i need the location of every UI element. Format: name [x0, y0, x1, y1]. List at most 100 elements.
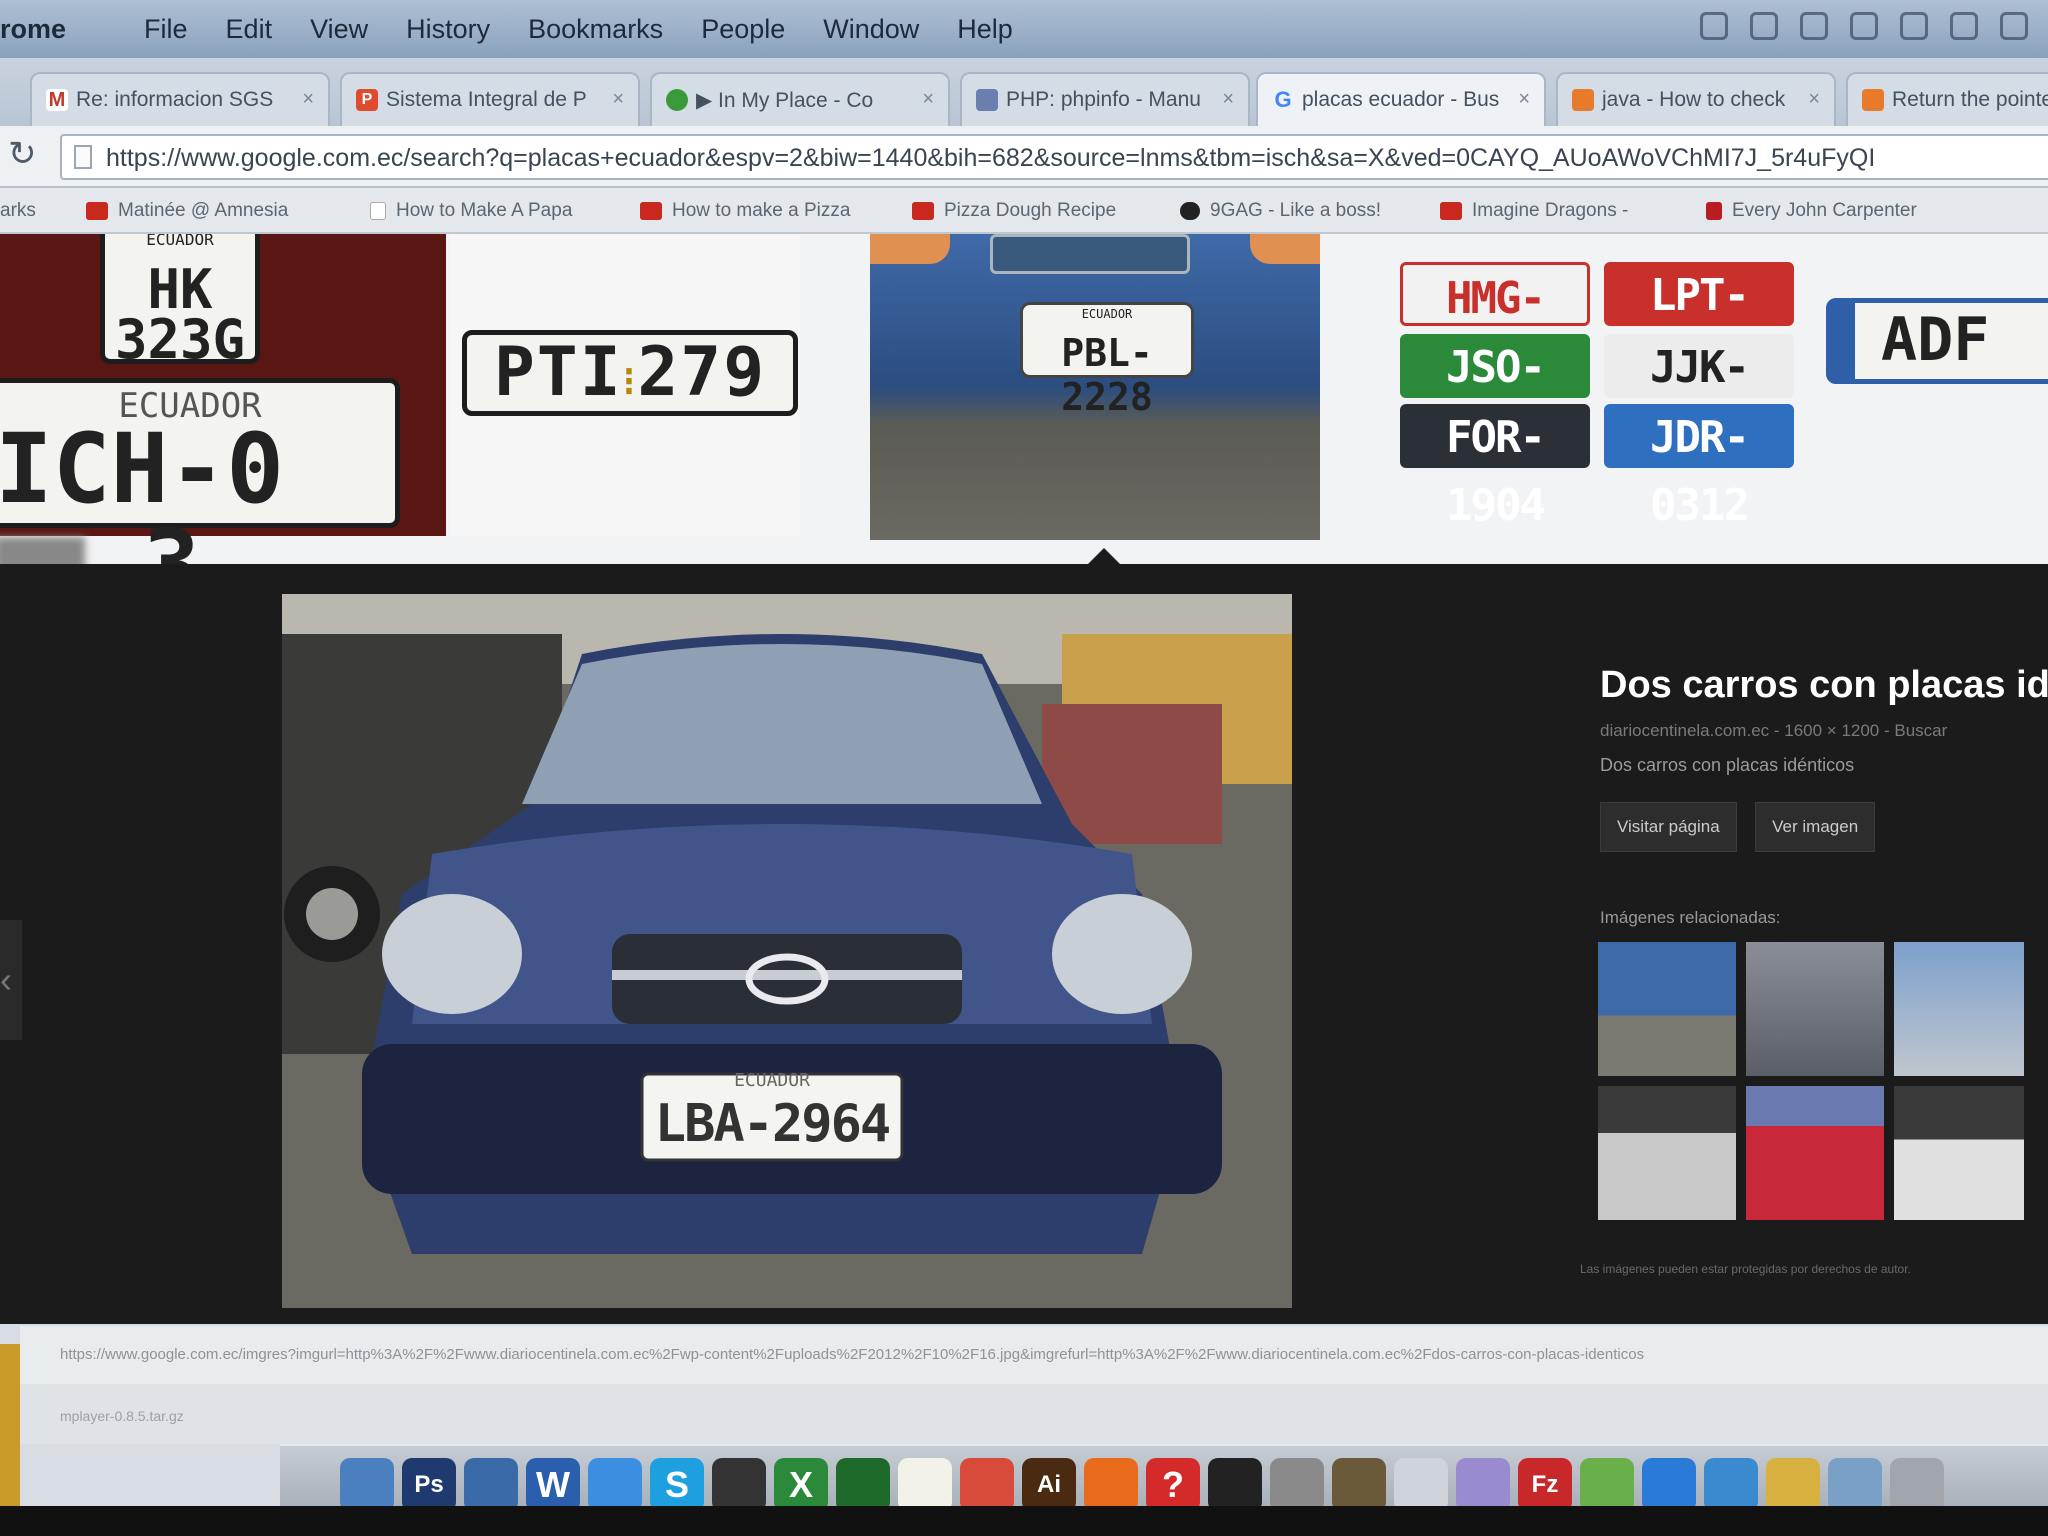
- related-image[interactable]: [1746, 1086, 1884, 1220]
- monitor-icon[interactable]: [712, 1458, 766, 1512]
- preview-source[interactable]: diariocentinela.com.ec - 1600 × 1200 - B…: [1600, 721, 2048, 741]
- plate-number: PBL-2228: [1061, 331, 1153, 419]
- sync-icon[interactable]: [1800, 12, 1828, 40]
- tab-placas[interactable]: G placas ecuador - Bus ×: [1256, 72, 1546, 126]
- preview-image[interactable]: ECUADOR LBA-2964: [282, 594, 1292, 1308]
- close-tab-icon[interactable]: ×: [1808, 88, 1820, 111]
- view-image-button[interactable]: Ver imagen: [1755, 802, 1876, 852]
- menu-edit[interactable]: Edit: [226, 14, 273, 45]
- cyberduck-icon[interactable]: [1456, 1458, 1510, 1512]
- result-image-4[interactable]: HMG-0248 LPT-4625 JSO-7436 JJK-1960 FOR-…: [1390, 254, 1810, 531]
- bookmark-item[interactable]: Every John Carpenter: [1706, 200, 1917, 222]
- word-icon[interactable]: W: [526, 1458, 580, 1512]
- firefox-icon[interactable]: [1084, 1458, 1138, 1512]
- wifi-icon[interactable]: [1950, 12, 1978, 40]
- tab-music[interactable]: ▶ In My Place - Co ×: [650, 72, 950, 126]
- 9gag-icon: [1180, 202, 1200, 220]
- safari-icon[interactable]: [1704, 1458, 1758, 1512]
- terminal-icon[interactable]: [836, 1458, 890, 1512]
- tab-strip: M Re: informacion SGS × P Sistema Integr…: [0, 58, 2048, 126]
- related-image[interactable]: [1894, 1086, 2024, 1220]
- image-results-row: ECUADOR HK 323G ECUADOR ICH-0 3 PTI⁝279: [0, 234, 2048, 564]
- close-tab-icon[interactable]: ×: [1222, 88, 1234, 111]
- menu-window[interactable]: Window: [823, 14, 919, 45]
- tab-java[interactable]: java - How to check ×: [1556, 72, 1836, 126]
- page-icon: [74, 145, 92, 169]
- youtube-icon: [912, 202, 934, 220]
- bookmark-item[interactable]: How to Make A Papa: [370, 200, 572, 222]
- display-icon[interactable]: [1750, 12, 1778, 40]
- console-icon[interactable]: [1208, 1458, 1262, 1512]
- tab-php[interactable]: PHP: phpinfo - Manu ×: [960, 72, 1250, 126]
- finder-icon[interactable]: [340, 1458, 394, 1512]
- url-text: https://www.google.com.ec/search?q=placa…: [106, 144, 1876, 172]
- result-image-1[interactable]: ECUADOR HK 323G ECUADOR ICH-0 3: [0, 234, 446, 564]
- collage-plate: JDR-0312: [1604, 404, 1794, 531]
- menu-history[interactable]: History: [406, 14, 490, 45]
- previous-arrow-icon[interactable]: ‹: [0, 920, 22, 1040]
- bookmark-item[interactable]: Matinée @ Amnesia: [86, 200, 288, 222]
- network-icon[interactable]: [464, 1458, 518, 1512]
- menu-help[interactable]: Help: [957, 14, 1013, 45]
- bookmarks-bar: arks Matinée @ Amnesia How to Make A Pap…: [0, 188, 2048, 234]
- result-image-3[interactable]: ECUADOR PBL-2228: [870, 234, 1320, 540]
- excel-icon[interactable]: X: [774, 1458, 828, 1512]
- close-tab-icon[interactable]: ×: [302, 88, 314, 111]
- preview-title[interactable]: Dos carros con placas idén: [1600, 664, 2048, 707]
- bookmark-item[interactable]: 9GAG - Like a boss!: [1180, 200, 1381, 222]
- appstore-icon[interactable]: [588, 1458, 642, 1512]
- related-image[interactable]: [1598, 942, 1736, 1076]
- tab-return[interactable]: Return the pointer: [1846, 72, 2048, 126]
- close-tab-icon[interactable]: ×: [1518, 88, 1530, 111]
- reload-icon[interactable]: ↻: [8, 134, 37, 174]
- teamviewer-icon[interactable]: [1642, 1458, 1696, 1512]
- illustrator-icon[interactable]: Ai: [1022, 1458, 1076, 1512]
- menu-file[interactable]: File: [144, 14, 188, 45]
- help-icon[interactable]: ?: [1146, 1458, 1200, 1512]
- blur-mask: [0, 536, 85, 564]
- menu-people[interactable]: People: [701, 14, 785, 45]
- result-image-5[interactable]: ADF: [1826, 298, 2048, 388]
- bookmark-item[interactable]: Pizza Dough Recipe: [912, 200, 1116, 222]
- bluetooth-icon[interactable]: [1900, 12, 1928, 40]
- bookmark-item[interactable]: Imagine Dragons -: [1440, 200, 1628, 222]
- trash-icon[interactable]: [1890, 1458, 1944, 1512]
- chrome-icon[interactable]: [960, 1458, 1014, 1512]
- photoshop-icon[interactable]: Ps: [402, 1458, 456, 1512]
- evernote-icon[interactable]: [1580, 1458, 1634, 1512]
- related-image[interactable]: [1598, 1086, 1736, 1220]
- related-image[interactable]: [1894, 942, 2024, 1076]
- tab-sistema[interactable]: P Sistema Integral de P ×: [340, 72, 640, 126]
- photo-icon[interactable]: [1332, 1458, 1386, 1512]
- bookmark-item[interactable]: arks: [0, 200, 36, 222]
- volume-icon[interactable]: [2000, 12, 2028, 40]
- notes-icon[interactable]: [898, 1458, 952, 1512]
- close-tab-icon[interactable]: ×: [612, 88, 624, 111]
- skype-icon[interactable]: S: [650, 1458, 704, 1512]
- stackoverflow-icon: [1572, 89, 1594, 111]
- filezilla-icon[interactable]: Fz: [1518, 1458, 1572, 1512]
- folder-icon[interactable]: [1766, 1458, 1820, 1512]
- plate-line-2: 323G: [114, 308, 246, 371]
- visit-page-button[interactable]: Visitar página: [1600, 802, 1737, 852]
- related-image[interactable]: [1746, 942, 1884, 1076]
- address-bar[interactable]: https://www.google.com.ec/search?q=placa…: [60, 134, 2048, 180]
- bookmark-item[interactable]: How to make a Pizza: [640, 200, 850, 222]
- utility-icon[interactable]: [1270, 1458, 1324, 1512]
- related-images-label: Imágenes relacionadas:: [1600, 908, 1781, 927]
- plate-country: ECUADOR: [734, 1070, 810, 1091]
- result-image-2[interactable]: PTI⁝279: [450, 234, 800, 536]
- menu-bookmarks[interactable]: Bookmarks: [528, 14, 663, 45]
- close-tab-icon[interactable]: ×: [922, 88, 934, 111]
- screen: rome File Edit View History Bookmarks Pe…: [0, 0, 2048, 1536]
- car-photo: [282, 594, 1292, 1308]
- download-item[interactable]: mplayer-0.8.5.tar.gz: [60, 1408, 184, 1424]
- tab-label: Return the pointer: [1892, 88, 2048, 111]
- menu-view[interactable]: View: [310, 14, 368, 45]
- preview-icon[interactable]: [1394, 1458, 1448, 1512]
- downloads-icon[interactable]: [1828, 1458, 1882, 1512]
- time-machine-icon[interactable]: [1850, 12, 1878, 40]
- menu-app-name[interactable]: rome: [0, 14, 66, 45]
- dropbox-icon[interactable]: [1700, 12, 1728, 40]
- tab-gmail[interactable]: M Re: informacion SGS ×: [30, 72, 330, 126]
